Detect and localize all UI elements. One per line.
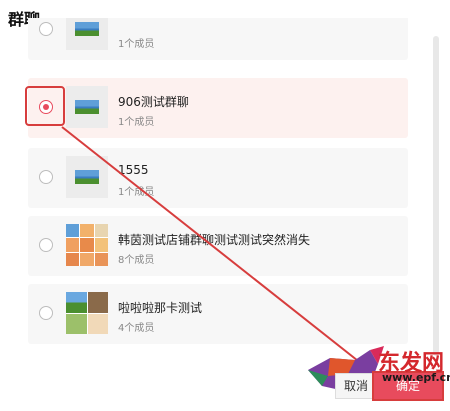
cancel-button[interactable]: 取消 <box>335 373 377 399</box>
arrow-line <box>61 126 368 369</box>
watermark-url: www.epf.cn <box>382 371 450 384</box>
